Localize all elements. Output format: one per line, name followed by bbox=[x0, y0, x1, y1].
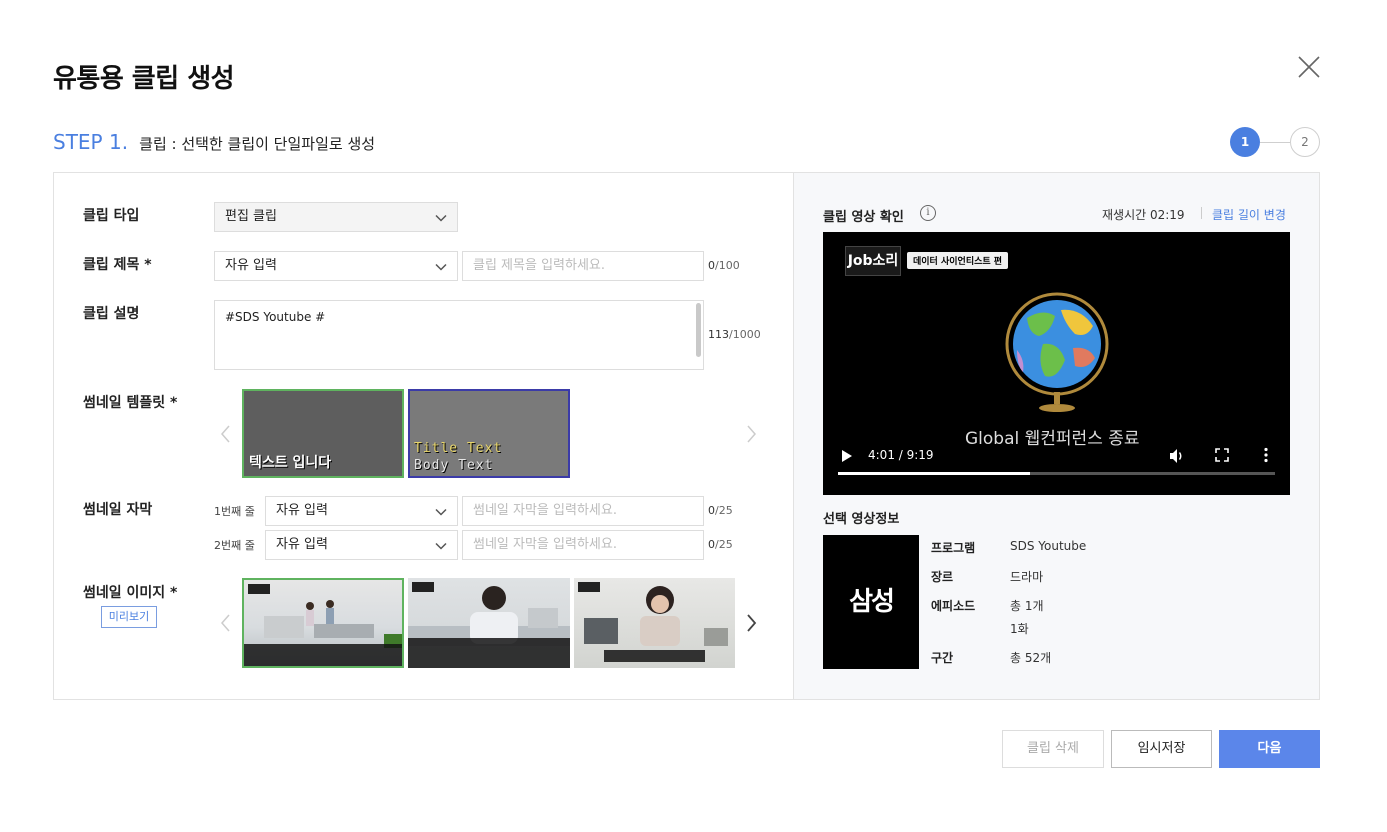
chevron-right-icon[interactable] bbox=[744, 613, 758, 633]
clip-title-count: 0 bbox=[708, 259, 715, 272]
fullscreen-icon[interactable] bbox=[1215, 448, 1229, 462]
caption-row-1-label: 1번째 줄 bbox=[214, 505, 255, 518]
clip-desc-counter: 113/1000 bbox=[708, 328, 761, 341]
play-icon[interactable] bbox=[841, 449, 853, 463]
template-2-title: Title Text bbox=[414, 441, 503, 456]
caption-row-2-counter: 0/25 bbox=[708, 538, 733, 551]
clip-title-input[interactable]: 클립 제목을 입력하세요. bbox=[462, 251, 704, 281]
template-option-1[interactable]: 텍스트 입니다 bbox=[242, 389, 404, 478]
caption-row-2-mode-value: 자유 입력 bbox=[276, 537, 328, 552]
caption-row-1-mode-select[interactable]: 자유 입력 bbox=[265, 496, 458, 526]
program-image: 삼성SDS bbox=[823, 535, 919, 751]
delete-clip-button[interactable]: 클립 삭제 bbox=[1002, 730, 1104, 768]
step-2-dot: 2 bbox=[1290, 127, 1320, 157]
step-heading: STEP 1. 클립 : 선택한 클립이 단일파일로 생성 bbox=[53, 130, 375, 154]
more-options-icon[interactable] bbox=[1263, 447, 1269, 463]
thumb-caption-bar bbox=[408, 638, 570, 668]
chevron-down-icon bbox=[435, 542, 447, 550]
caption-row-1-counter: 0/25 bbox=[708, 504, 733, 517]
chevron-down-icon bbox=[435, 263, 447, 271]
clip-desc-label: 클립 설명 bbox=[83, 306, 140, 322]
chevron-left-icon[interactable] bbox=[219, 613, 233, 633]
clip-desc-count: 113 bbox=[708, 328, 729, 341]
globe-image bbox=[1005, 292, 1109, 412]
step-label: STEP 1. bbox=[53, 130, 129, 154]
template-1-text: 텍스트 입니다 bbox=[249, 455, 332, 471]
modal-title: 유통용 클립 생성 bbox=[53, 64, 235, 94]
thumb-template-label: 썸네일 템플릿 * bbox=[83, 395, 178, 411]
video-progress-fill bbox=[838, 472, 1031, 475]
video-tag: 데이터 사이언티스트 편 bbox=[907, 252, 1009, 269]
clip-desc-max: /1000 bbox=[729, 328, 761, 341]
caption-row-2-label: 2번째 줄 bbox=[214, 539, 255, 552]
caption-row-1-count: 0 bbox=[708, 504, 715, 517]
video-time: 4:01 / 9:19 bbox=[868, 448, 934, 462]
thumb-image-label: 썸네일 이미지 * bbox=[83, 585, 178, 601]
next-button[interactable]: 다음 bbox=[1219, 730, 1320, 768]
caption-row-2-input[interactable]: 썸네일 자막을 입력하세요. bbox=[462, 530, 704, 560]
info-value-episode-count: 총 1개 bbox=[1010, 599, 1044, 613]
chevron-right-icon[interactable] bbox=[744, 424, 758, 444]
close-icon[interactable] bbox=[1296, 54, 1322, 80]
thumbnail-image-2[interactable] bbox=[408, 578, 570, 668]
clip-title-mode-value: 자유 입력 bbox=[225, 258, 277, 273]
clip-type-label: 클립 타입 bbox=[83, 208, 140, 224]
info-value-section: 총 52개 bbox=[1010, 651, 1052, 665]
caption-row-1-input[interactable]: 썸네일 자막을 입력하세요. bbox=[462, 496, 704, 526]
info-key-section: 구간 bbox=[931, 651, 954, 665]
change-length-link[interactable]: 클립 길이 변경 bbox=[1212, 206, 1286, 223]
job-logo: Job소리 bbox=[845, 246, 901, 276]
chevron-down-icon bbox=[435, 214, 447, 222]
clip-type-select[interactable]: 편집 클립 bbox=[214, 202, 458, 232]
clip-desc-value: #SDS Youtube # bbox=[225, 310, 326, 324]
volume-icon[interactable] bbox=[1169, 448, 1185, 464]
thumb-caption-label: 썸네일 자막 bbox=[83, 502, 153, 518]
info-value-program: SDS Youtube bbox=[1010, 539, 1087, 553]
clip-title-label: 클립 제목 * bbox=[83, 257, 152, 273]
clip-type-value: 편집 클립 bbox=[225, 209, 277, 224]
step-indicator: 1 2 bbox=[1230, 127, 1320, 157]
info-key-program: 프로그램 bbox=[931, 541, 976, 555]
info-value-genre: 드라마 bbox=[1010, 570, 1044, 584]
caption-row-1-max: /25 bbox=[715, 504, 733, 517]
video-info-title: 선택 영상정보 bbox=[823, 512, 900, 527]
video-controls: 4:01 / 9:19 bbox=[823, 437, 1290, 477]
clip-title-max: /100 bbox=[715, 259, 740, 272]
caption-row-1-mode-value: 자유 입력 bbox=[276, 503, 328, 518]
info-value-episode: 1화 bbox=[1010, 622, 1029, 636]
preview-button[interactable]: 미리보기 bbox=[101, 606, 157, 628]
clip-title-counter: 0/100 bbox=[708, 259, 740, 272]
step-1-dot: 1 bbox=[1230, 127, 1260, 157]
chevron-down-icon bbox=[435, 508, 447, 516]
video-progress-bar[interactable] bbox=[838, 472, 1275, 475]
step-connector bbox=[1260, 142, 1290, 143]
chevron-left-icon[interactable] bbox=[219, 424, 233, 444]
thumb-caption-bar bbox=[604, 650, 705, 662]
thumbnail-image-1[interactable] bbox=[242, 578, 404, 668]
caption-row-2-count: 0 bbox=[708, 538, 715, 551]
playtime: 재생시간 02:19 bbox=[1102, 208, 1185, 222]
info-key-genre: 장르 bbox=[931, 570, 954, 584]
caption-row-2-mode-select[interactable]: 자유 입력 bbox=[265, 530, 458, 560]
template-2-body: Body Text bbox=[414, 458, 494, 473]
divider bbox=[1201, 207, 1202, 219]
caption-row-2-max: /25 bbox=[715, 538, 733, 551]
info-icon[interactable]: i bbox=[920, 205, 936, 221]
template-option-2[interactable]: Title Text Body Text bbox=[408, 389, 570, 478]
step-description: 클립 : 선택한 클립이 단일파일로 생성 bbox=[139, 135, 376, 153]
textarea-scrollbar[interactable] bbox=[696, 303, 701, 357]
thumbnail-image-3[interactable] bbox=[574, 578, 735, 668]
clip-title-mode-select[interactable]: 자유 입력 bbox=[214, 251, 458, 281]
info-key-episode: 에피소드 bbox=[931, 599, 976, 613]
clip-preview-title: 클립 영상 확인 bbox=[823, 210, 904, 225]
clip-desc-textarea[interactable]: #SDS Youtube # bbox=[214, 300, 704, 370]
thumb-caption-bar bbox=[244, 644, 402, 666]
video-player[interactable]: Job소리 데이터 사이언티스트 편 Global 웹컨퍼런스 종료 4:01 … bbox=[823, 232, 1290, 495]
save-draft-button[interactable]: 임시저장 bbox=[1111, 730, 1212, 768]
